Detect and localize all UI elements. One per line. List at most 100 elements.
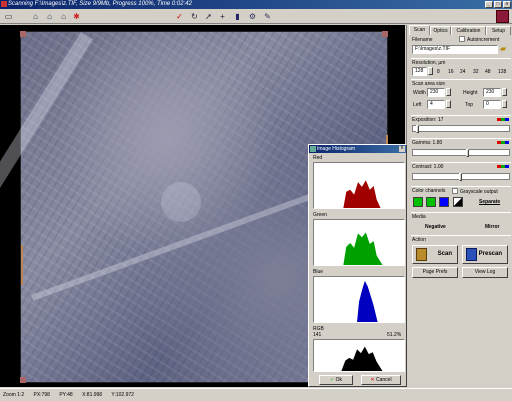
resolution-label: Resolution, µm — [412, 60, 446, 66]
channel-swatch-green-2[interactable] — [426, 197, 436, 207]
status-bar: Zoom 1:2 PX:798 PY:48 X:81.998 Y:102.972 — [0, 388, 512, 400]
divider — [411, 115, 511, 116]
resolution-option[interactable]: 48 — [485, 69, 491, 75]
tab-scan[interactable]: Scan — [409, 25, 430, 35]
left-field[interactable]: 4 — [427, 100, 445, 109]
resolution-option[interactable]: 32 — [473, 69, 479, 75]
color-channels-label: Color channels — [412, 188, 446, 194]
blue-label: Blue — [313, 269, 324, 275]
mirror-button[interactable]: Mirror — [485, 224, 499, 230]
width-field[interactable]: 230 — [427, 88, 445, 97]
top-field[interactable]: 0 — [483, 100, 501, 109]
px-readout: PX:798 — [33, 392, 50, 398]
toolbar: ▭ ⌂ ⌂ ⌂ ✱ ✓ ↻ ➚ + ▮ ⚙ ✎ — [0, 9, 512, 24]
open-icon[interactable]: ▭ — [3, 11, 14, 22]
control-panel: Scan Optics Calibration Setup Filename A… — [406, 25, 512, 387]
red-histogram-area — [343, 180, 381, 208]
height-spinner[interactable] — [502, 88, 507, 96]
ok-button[interactable]: ✓ Ok — [319, 375, 353, 385]
folder-icon[interactable]: ▰ — [500, 44, 510, 54]
channel-swatch-green[interactable] — [413, 197, 423, 207]
figure-icon[interactable]: ✱ — [71, 11, 82, 22]
resolution-option[interactable]: 24 — [460, 69, 466, 75]
exposition-slider-thumb[interactable] — [416, 125, 419, 133]
green-histogram — [313, 219, 405, 266]
divider — [411, 162, 511, 163]
rgb-indicator — [497, 165, 509, 168]
exposition-label: Exposition: 17 — [412, 117, 444, 123]
camera-icon[interactable]: ✎ — [262, 11, 273, 22]
zoom-readout: Zoom 1:2 — [3, 392, 25, 398]
grayscale-checkbox[interactable] — [452, 188, 458, 194]
close-button[interactable]: x — [503, 1, 511, 8]
grayscale-label: Grayscale output — [460, 189, 498, 195]
divider — [411, 212, 511, 213]
divider — [411, 138, 511, 139]
maximize-button[interactable]: □ — [494, 1, 502, 8]
book-icon[interactable] — [496, 10, 509, 23]
tab-bar: Scan Optics Calibration Setup — [409, 25, 512, 35]
rotate-icon[interactable]: ↻ — [189, 11, 200, 22]
prescan-button[interactable]: Prescan — [462, 245, 508, 264]
height-label: Height — [463, 90, 478, 96]
scan-button[interactable]: Scan — [412, 245, 458, 264]
next-home-icon[interactable]: ⌂ — [58, 11, 69, 22]
pointer-icon[interactable]: ➚ — [203, 11, 214, 22]
histogram-titlebar[interactable]: Image Histogram x — [309, 145, 406, 153]
minimize-button[interactable]: _ — [485, 1, 493, 8]
histogram-window[interactable]: Image Histogram x Red Green Blue RGB 141… — [308, 144, 407, 387]
resolution-option[interactable]: 16 — [448, 69, 454, 75]
width-spinner[interactable] — [446, 88, 451, 96]
top-spinner[interactable] — [502, 100, 507, 108]
gamma-slider[interactable] — [412, 149, 510, 157]
resolution-option[interactable]: 8 — [437, 69, 440, 75]
gamma-label: Gamma: 1.80 — [412, 140, 443, 146]
home-icon[interactable]: ⌂ — [30, 11, 41, 22]
resolution-option[interactable]: 128 — [498, 69, 506, 75]
check-icon[interactable]: ✓ — [174, 11, 185, 22]
red-label: Red — [313, 155, 323, 161]
contrast-slider[interactable] — [412, 173, 510, 181]
page-prefs-button[interactable]: Page Prefs — [412, 267, 458, 278]
rgb-histogram-area — [341, 346, 383, 371]
gamma-slider-thumb[interactable] — [466, 149, 469, 157]
prev-home-icon[interactable]: ⌂ — [44, 11, 55, 22]
py-readout: PY:48 — [59, 392, 73, 398]
autoincrement-label: Autoincrement — [467, 37, 500, 43]
frame-corner — [382, 31, 388, 37]
left-spinner[interactable] — [446, 100, 451, 108]
view-log-button[interactable]: View Log — [462, 267, 508, 278]
top-label: Top — [465, 102, 474, 108]
invert-icon[interactable] — [453, 197, 463, 207]
resolution-spinner[interactable] — [428, 67, 433, 75]
scan-button-label: Scan — [437, 251, 452, 257]
red-histogram — [313, 162, 405, 209]
prescan-button-label: Prescan — [478, 251, 502, 257]
blue-histogram — [313, 276, 405, 323]
height-field[interactable]: 230 — [483, 88, 501, 97]
tab-setup[interactable]: Setup — [486, 26, 511, 35]
histogram-close-icon[interactable]: x — [399, 146, 405, 152]
cancel-button[interactable]: ✕ Cancel — [361, 375, 401, 385]
gears-icon[interactable]: ⚙ — [247, 11, 258, 22]
frame-marker — [21, 245, 23, 285]
title-bar: Scanning F:\Images\z.TIF, Size 9/9Mb, Pr… — [0, 0, 512, 9]
tab-calibration[interactable]: Calibration — [451, 26, 486, 35]
autoincrement-checkbox[interactable] — [459, 36, 465, 42]
frame-corner — [20, 31, 26, 37]
media-label: Media — [412, 214, 426, 220]
width-label: Width — [413, 90, 426, 96]
negative-button[interactable]: Negative — [425, 224, 446, 230]
resolution-field[interactable]: 128 — [412, 67, 427, 76]
x-readout: X:81.998 — [82, 392, 103, 398]
channel-swatch-blue[interactable] — [439, 197, 449, 207]
tab-optics[interactable]: Optics — [430, 26, 451, 35]
exposition-slider[interactable] — [412, 125, 510, 133]
crosshair-icon[interactable]: + — [217, 11, 228, 22]
separate-button[interactable]: Separate — [479, 199, 500, 205]
plaza — [161, 182, 201, 222]
chart-icon[interactable]: ▮ — [232, 11, 243, 22]
divider — [411, 186, 511, 187]
contrast-slider-thumb[interactable] — [459, 173, 462, 181]
filename-field[interactable]: F:\Images\z.TIF — [412, 45, 498, 54]
